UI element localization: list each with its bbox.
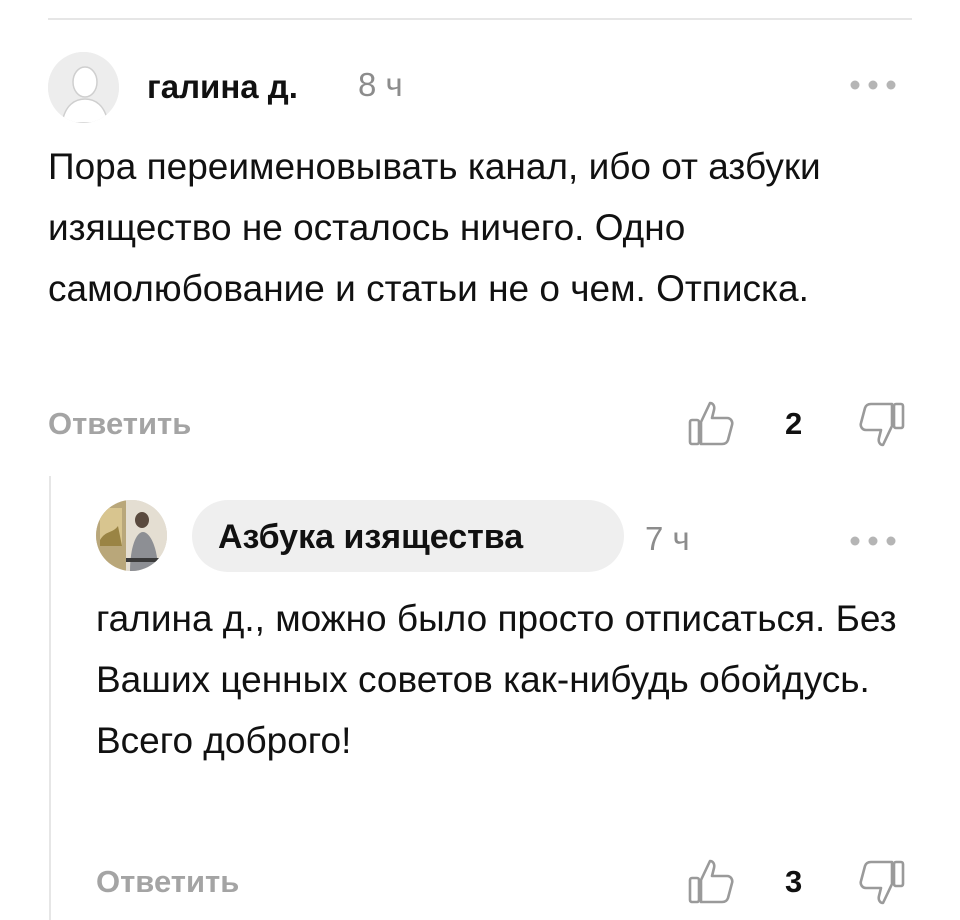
like-count: 3	[785, 864, 803, 899]
comment-timestamp: 7 ч	[645, 520, 690, 557]
thumbs-up-icon[interactable]	[686, 856, 738, 913]
thumbs-down-icon[interactable]	[855, 856, 907, 913]
reply-button[interactable]: Ответить	[96, 864, 239, 900]
avatar[interactable]	[96, 500, 167, 571]
comment-text: галина д., можно было просто отписаться.…	[96, 598, 897, 761]
channel-photo-icon	[96, 500, 167, 571]
comment-author[interactable]: Азбука изящества	[218, 518, 523, 557]
reply-comment: Азбука изящества 7 ч галина д., можно бы…	[0, 0, 960, 920]
more-options-icon[interactable]	[849, 534, 897, 552]
